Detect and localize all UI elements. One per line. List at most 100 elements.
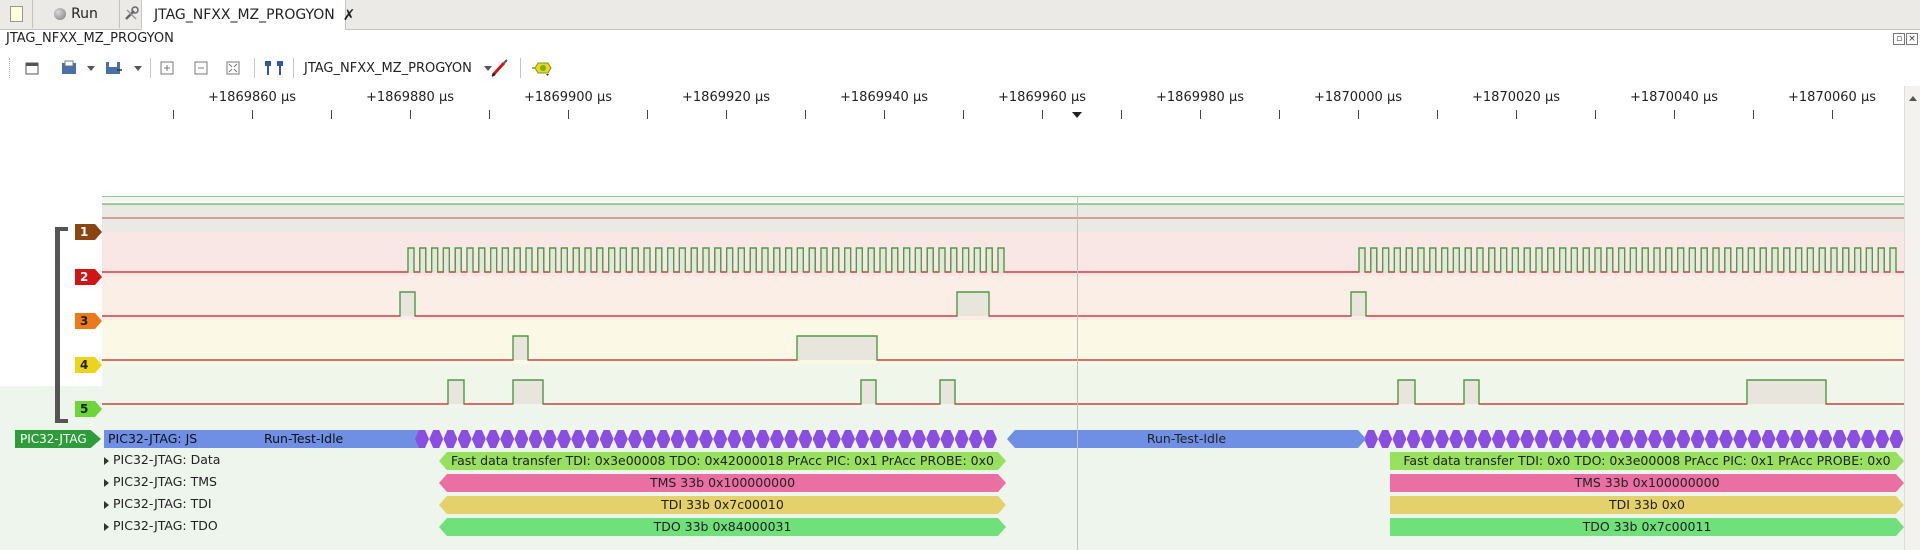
decoder-row-data[interactable]: PIC32-JTAG: Data (104, 452, 220, 467)
data-annotation[interactable]: Fast data transfer TDI: 0x0 TDO: 0x3e000… (1390, 452, 1904, 470)
channel-2-trace-pulse-fill (785, 248, 792, 272)
channel-2-trace-pulse-fill (1500, 248, 1507, 272)
channel-2-trace-pulse-fill (431, 248, 438, 272)
tab-settings[interactable] (120, 0, 142, 28)
js-state-label: Run-Test-Idle (264, 431, 344, 446)
tdi-annotation[interactable]: TDI 33b 0x7c00010 (439, 496, 1006, 514)
channel-2-trace-pulse-fill (750, 248, 757, 272)
close-icon[interactable]: ✗ (343, 6, 356, 24)
tms-annotation[interactable]: TMS 33b 0x100000000 (439, 474, 1006, 492)
decoder-row-tdi[interactable]: PIC32-JTAG: TDI (104, 496, 212, 511)
add-decoder-button[interactable] (530, 58, 556, 78)
tab-run[interactable]: Run (33, 0, 120, 28)
open-dropdown[interactable] (86, 58, 96, 78)
channel-2-trace-pulse-fill (1429, 248, 1436, 272)
channel-2-trace-pulse-fill (844, 248, 851, 272)
time-ruler[interactable]: +1869860 µs +1869880 µs +1869900 µs +186… (102, 86, 1904, 119)
channel-2-trace-pulse-fill (1724, 248, 1731, 272)
probe-button[interactable] (489, 58, 511, 78)
channel-2-trace-pulse-fill (526, 248, 532, 272)
new-session-button[interactable] (22, 58, 42, 78)
channel-5-trace-pulse-fill (861, 380, 876, 404)
channel-2-trace-pulse-fill (1477, 248, 1483, 272)
tdi-annotation[interactable]: TDI 33b 0x0 (1390, 496, 1904, 514)
decoder-tag[interactable]: PIC32-JTAG (15, 430, 101, 448)
channel-3-trace-pulse-fill (400, 292, 415, 316)
chevron-down-icon (87, 65, 95, 71)
tab-new-document[interactable] (0, 0, 33, 28)
channel-2-trace-pulse-fill (1559, 248, 1566, 272)
channel-2-trace-pulse-fill (620, 248, 627, 272)
decoder-row-tms[interactable]: PIC32-JTAG: TMS (104, 474, 217, 489)
scroll-up-icon[interactable] (1909, 96, 1917, 101)
channel-2-trace-pulse-fill (1524, 248, 1531, 272)
channel-2-trace-pulse-fill (667, 248, 674, 272)
channel-group-bracket (55, 227, 68, 423)
channel-2-trace-pulse-fill (974, 248, 981, 272)
channel-3-trace-pulse-fill (1351, 292, 1366, 316)
annotation-text: TDI 33b 0x7c00010 (661, 497, 784, 512)
channel-2-trace-pulse-fill (1819, 248, 1826, 272)
channel-2-trace-pulse-fill (1795, 248, 1802, 272)
channel-5-trace-pulse-fill (1398, 380, 1415, 404)
channel-2-trace-pulse-fill (467, 248, 473, 272)
zoom-fit-button[interactable] (223, 58, 243, 78)
ruler-minor-tick (331, 114, 332, 119)
document-icon (9, 6, 23, 22)
session-selector[interactable]: JTAG_NFXX_MZ_PROGYON (304, 58, 492, 78)
channel-2-trace-pulse-fill (1465, 248, 1472, 272)
js-row-label: PIC32-JTAG: JS (108, 431, 198, 446)
save-dropdown[interactable] (133, 58, 143, 78)
tdo-annotation[interactable]: TDO 33b 0x84000031 (439, 518, 1006, 536)
channel-2-trace-pulse-fill (703, 248, 709, 272)
channel-1-tag[interactable]: 1 (75, 224, 103, 240)
save-button[interactable] (104, 58, 126, 78)
open-button[interactable] (60, 58, 80, 78)
tab-session[interactable]: JTAG_NFXX_MZ_PROGYON ✗ (142, 0, 355, 30)
ruler-label: +1870060 µs (1788, 90, 1876, 105)
channel-2-trace-pulse-fill (1689, 248, 1696, 272)
channel-2-trace-pulse-fill (1866, 248, 1873, 272)
decoder-row-label: PIC32-JTAG: TDI (113, 496, 212, 511)
decoder-row-label: PIC32-JTAG: Data (113, 452, 221, 467)
channel-2-trace-pulse-fill (1748, 248, 1755, 272)
channel-2-trace-pulse-fill (1453, 248, 1460, 272)
js-state-bar-1[interactable]: PIC32-JTAG: JS Run-Test-Idle (104, 430, 419, 448)
cursor-marker[interactable] (1072, 112, 1082, 118)
data-annotation[interactable]: Fast data transfer TDI: 0x3e00008 TDO: 0… (439, 452, 1006, 470)
restore-icon[interactable]: ▫ (1893, 33, 1905, 45)
probe-icon (491, 59, 508, 77)
channel-2-trace-pulse-fill (821, 248, 827, 272)
ruler-minor-tick (1200, 114, 1201, 119)
channel-2-trace-pulse-fill (1807, 248, 1814, 272)
js-state-bar-2[interactable]: Run-Test-Idle (1007, 430, 1366, 448)
cursor-line[interactable] (1077, 196, 1078, 550)
close-window-icon[interactable]: × (1906, 33, 1918, 45)
channel-2-trace-pulse-fill (1441, 248, 1448, 272)
channel-5-trace-pulse-fill (513, 380, 543, 404)
expand-icon (104, 500, 109, 509)
ruler-minor-tick (884, 114, 885, 119)
ruler-minor-tick (1595, 114, 1596, 119)
channel-2-trace-pulse-fill (1359, 248, 1365, 272)
zoom-out-button[interactable] (191, 58, 211, 78)
channel-2-tag[interactable]: 2 (75, 269, 103, 285)
cursors-button[interactable] (263, 58, 285, 78)
vertical-scrollbar[interactable] (1904, 86, 1920, 550)
channel-2-trace-pulse-fill (773, 248, 780, 272)
channel-3-tag[interactable]: 3 (75, 313, 103, 329)
channel-2-trace-pulse-fill (939, 248, 945, 272)
channel-4-tag[interactable]: 4 (75, 357, 103, 373)
tms-annotation[interactable]: TMS 33b 0x100000000 (1390, 474, 1904, 492)
zoom-in-button[interactable] (157, 58, 177, 78)
channel-2-trace-pulse-fill (655, 248, 662, 272)
channel-2-trace-pulse-fill (502, 248, 509, 272)
ruler-minor-tick (410, 114, 411, 119)
channel-2-trace-pulse-fill (632, 248, 639, 272)
decoder-row-tdo[interactable]: PIC32-JTAG: TDO (104, 518, 218, 533)
channel-5-tag[interactable]: 5 (75, 401, 103, 417)
tdo-annotation[interactable]: TDO 33b 0x7c00011 (1390, 518, 1904, 536)
ruler-label: +1870020 µs (1472, 90, 1560, 105)
channel-2-trace-pulse-fill (561, 248, 568, 272)
channel-2-trace-pulse-fill (856, 248, 863, 272)
